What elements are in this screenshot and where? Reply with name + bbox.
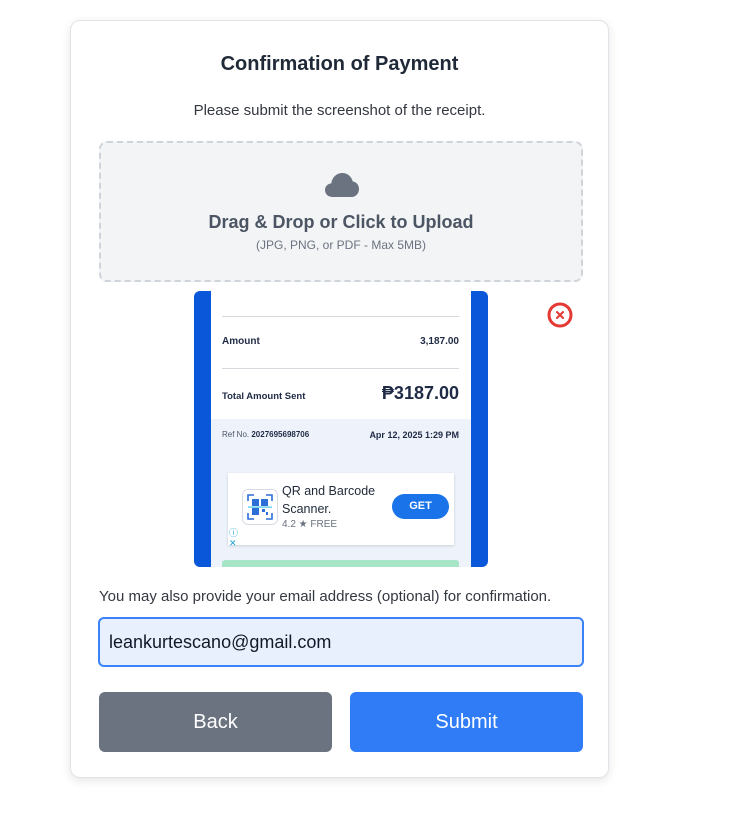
receipt-screenshot: Amount 3,187.00 Total Amount Sent ₱3187.…: [211, 291, 471, 567]
email-label: You may also provide your email address …: [99, 588, 552, 605]
file-dropzone[interactable]: Drag & Drop or Click to Upload (JPG, PNG…: [99, 141, 583, 282]
ad-info-icon: ⓘ ✕: [229, 528, 238, 548]
receipt-amount-value: 3,187.00: [420, 336, 459, 347]
page-subtitle: Please submit the screenshot of the rece…: [193, 102, 486, 119]
cloud-upload-icon: [325, 173, 359, 197]
receipt-ref-number: 2027695698706: [251, 430, 310, 439]
ad-info-glyph: ⓘ: [229, 528, 239, 538]
receipt-divider: [222, 316, 459, 317]
qr-code-icon: [247, 494, 273, 520]
submit-button[interactable]: Submit: [350, 692, 583, 752]
receipt-preview-image: Amount 3,187.00 Total Amount Sent ₱3187.…: [194, 291, 488, 567]
receipt-date: Apr 12, 2025 1:29 PM: [369, 430, 459, 440]
receipt-ref-label: Ref No. 2027695698706: [222, 430, 309, 439]
receipt-divider: [222, 368, 459, 369]
page-title: Confirmation of Payment: [220, 53, 459, 75]
ad-close-glyph: ✕: [229, 538, 237, 548]
ad-title: QR and Barcode Scanner.: [282, 484, 376, 516]
dropzone-hint: (JPG, PNG, or PDF - Max 5MB): [255, 238, 426, 252]
receipt-amount-label: Amount: [222, 336, 260, 347]
ad-rating: 4.2 ★ FREE: [282, 519, 338, 530]
receipt-total-label: Total Amount Sent: [222, 391, 306, 402]
email-input[interactable]: [98, 617, 584, 667]
ad-get-button: GET: [392, 494, 449, 519]
receipt-status-strip: [222, 560, 459, 567]
remove-image-icon[interactable]: [547, 302, 573, 328]
qr-scanner-app-icon: [242, 489, 278, 525]
receipt-ref-prefix: Ref No.: [222, 430, 250, 439]
receipt-total-value: ₱3187.00: [381, 383, 459, 403]
ad-banner: QR and Barcode Scanner. 4.2 ★ FREE GET ⓘ…: [228, 473, 454, 548]
payment-confirmation-card: Confirmation of Payment Please submit th…: [70, 20, 609, 778]
dropzone-title: Drag & Drop or Click to Upload: [208, 212, 474, 232]
back-button[interactable]: Back: [99, 692, 332, 752]
